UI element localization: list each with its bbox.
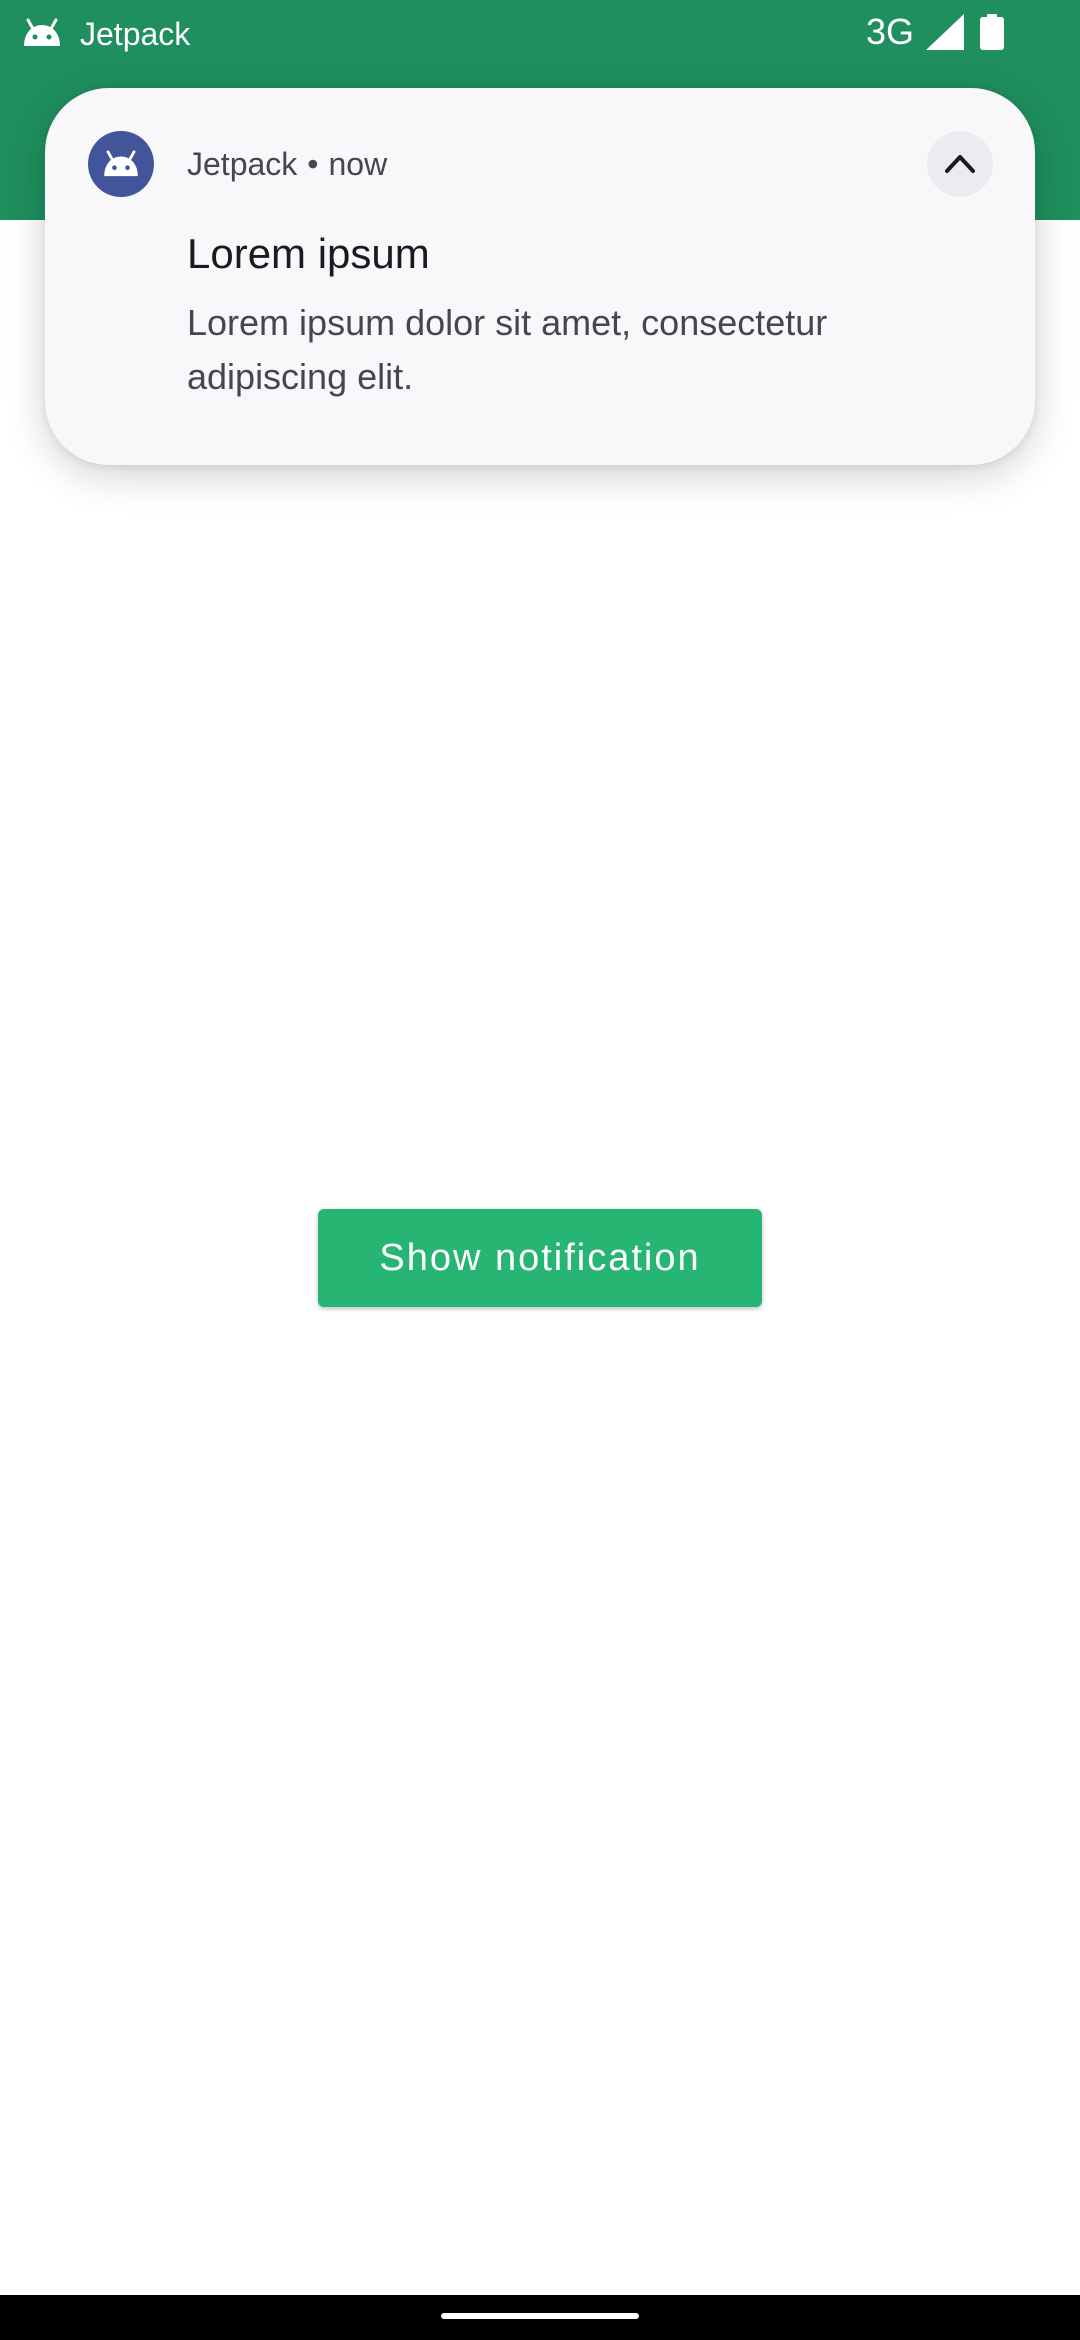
android-icon [104,150,138,177]
status-app-name: Jetpack [80,16,191,52]
notification-app-name: Jetpack [187,146,298,182]
notification-body: Lorem ipsum dolor sit amet, consectetur … [187,302,828,397]
signal-icon [926,14,964,50]
gesture-handle[interactable] [441,2313,639,2319]
status-bar: Jetpack 3G [0,0,1080,68]
navigation-bar [0,2295,1080,2340]
notification-time: now [328,146,388,182]
chevron-up-icon [945,155,975,173]
notification-separator: • [307,146,319,182]
notification-title: Lorem ipsum [187,230,430,277]
android-icon [24,18,60,46]
notification-app-icon [88,131,154,197]
notification-header: Jetpack • now [187,144,387,184]
network-type-label: 3G [866,11,915,52]
heads-up-notification[interactable]: Jetpack • now Lorem ipsum Lorem ipsum dolo… [45,88,1035,465]
battery-icon [980,14,1004,50]
show-notification-button[interactable]: Show notification [318,1209,762,1307]
notification-collapse-button[interactable] [927,131,993,197]
